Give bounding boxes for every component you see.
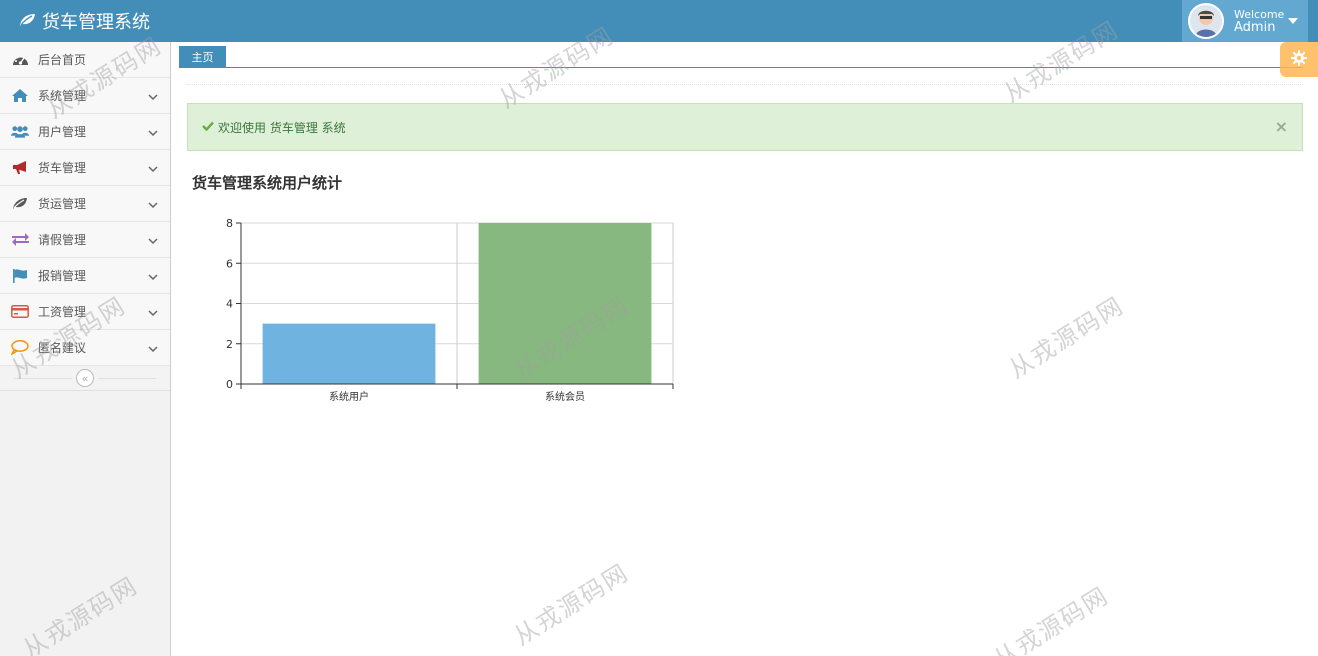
x-tick-label: 系统用户: [329, 390, 369, 403]
y-tick-label: 2: [226, 338, 233, 351]
sidebar-item-label: 报销管理: [38, 269, 87, 283]
bullhorn-icon: [11, 160, 29, 176]
app-title: 货车管理系统: [42, 12, 150, 33]
sidebar-item-dashboard[interactable]: 后台首页: [0, 42, 170, 78]
welcome-alert: 欢迎使用 货车管理 系统 ×: [187, 103, 1303, 151]
leaf-icon: [18, 11, 42, 32]
flag-icon: [11, 268, 29, 284]
alert-text: 欢迎使用 货车管理 系统: [218, 120, 346, 135]
credit-card-icon: [11, 304, 29, 320]
y-tick-label: 4: [226, 298, 233, 311]
sidebar-item-leave[interactable]: 请假管理: [0, 222, 170, 258]
caret-down-icon[interactable]: [1288, 18, 1298, 24]
chevron-down-icon[interactable]: [148, 198, 158, 213]
avatar: [1188, 3, 1224, 39]
chevron-down-icon[interactable]: [148, 126, 158, 141]
sidebar-item-label: 匿名建议: [38, 341, 87, 355]
chart-title: 货车管理系统用户统计: [192, 174, 343, 192]
sidebar-item-suggestions[interactable]: 匿名建议: [0, 330, 170, 366]
watermark: 从戎源码网: [1003, 291, 1129, 384]
home-icon: [11, 88, 29, 104]
user-menu[interactable]: Welcome Admin: [1182, 0, 1308, 42]
sidebar-item-reimburse[interactable]: 报销管理: [0, 258, 170, 294]
y-tick-label: 0: [226, 378, 233, 391]
dashboard-icon: [11, 52, 29, 68]
bar-1: [262, 323, 436, 384]
user-stats-chart: 0 2 4 6 8 系统用户 系统会员: [226, 217, 674, 403]
exchange-icon: [11, 232, 29, 248]
user-name: Admin: [1234, 20, 1276, 35]
sidebar-item-label: 系统管理: [38, 89, 87, 103]
bar-2: [478, 223, 652, 384]
chevron-down-icon[interactable]: [148, 306, 158, 321]
check-icon: [202, 120, 214, 134]
gear-icon: [1291, 49, 1307, 70]
chevron-down-icon[interactable]: [148, 234, 158, 249]
comment-icon: [11, 340, 29, 356]
sidebar-item-salary[interactable]: 工资管理: [0, 294, 170, 330]
sidebar-item-trucks[interactable]: 货车管理: [0, 150, 170, 186]
y-tick-label: 8: [226, 217, 233, 230]
tab-bar: 主页: [179, 46, 1303, 68]
sidebar-item-label: 货运管理: [38, 197, 87, 211]
tab-home[interactable]: 主页: [179, 46, 226, 67]
sidebar-item-label: 货车管理: [38, 161, 87, 175]
y-tick-label: 6: [226, 257, 233, 270]
sidebar: 后台首页 系统管理 用户管理 货车管理 货运管理 请假管理 报销管理 工资管理 …: [0, 42, 171, 656]
divider: [187, 84, 1303, 85]
close-icon[interactable]: ×: [1275, 117, 1288, 136]
chevron-down-icon[interactable]: [148, 162, 158, 177]
settings-button[interactable]: [1280, 42, 1318, 77]
chevron-down-icon[interactable]: [148, 270, 158, 285]
sidebar-item-label: 用户管理: [38, 125, 87, 139]
sidebar-item-label: 请假管理: [38, 233, 87, 247]
sidebar-item-freight[interactable]: 货运管理: [0, 186, 170, 222]
chevron-down-icon[interactable]: [148, 342, 158, 357]
brand[interactable]: 货车管理系统: [18, 0, 150, 42]
watermark: 从戎源码网: [508, 558, 634, 651]
divider: [14, 378, 72, 379]
sidebar-item-system[interactable]: 系统管理: [0, 78, 170, 114]
chevron-down-icon[interactable]: [148, 90, 158, 105]
top-navbar: 货车管理系统 Welcome Admin: [0, 0, 1318, 42]
divider: [98, 378, 156, 379]
sidebar-item-users[interactable]: 用户管理: [0, 114, 170, 150]
leaf-icon: [11, 196, 29, 212]
users-icon: [11, 124, 29, 140]
sidebar-collapse-button[interactable]: «: [76, 369, 94, 387]
x-tick-label: 系统会员: [545, 390, 585, 403]
sidebar-item-label: 工资管理: [38, 305, 87, 319]
sidebar-item-label: 后台首页: [38, 53, 87, 67]
watermark: 从戎源码网: [988, 581, 1114, 656]
sidebar-collapse-row: «: [0, 366, 170, 391]
